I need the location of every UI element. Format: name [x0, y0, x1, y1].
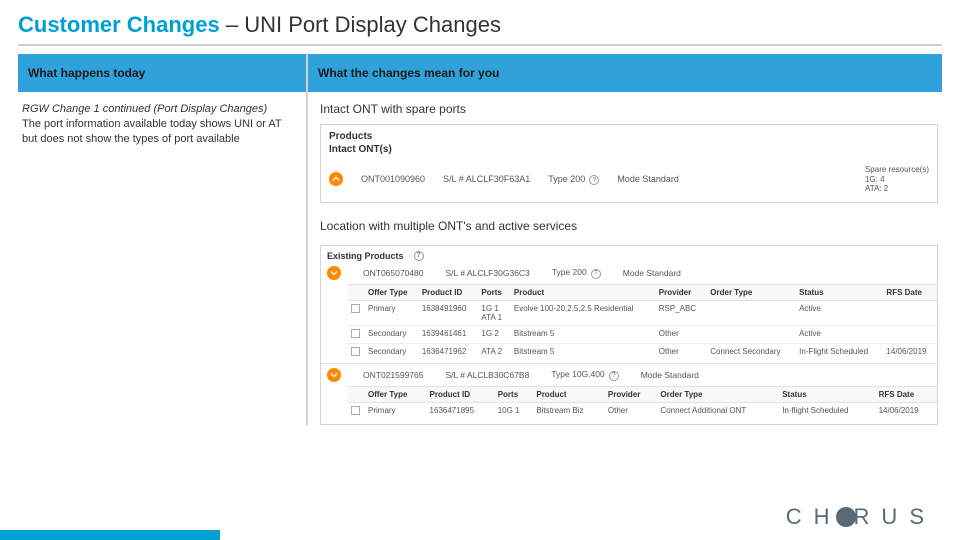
ont-a-mode: Mode Standard	[623, 268, 681, 278]
ont-b-id: ONT021599765	[363, 370, 424, 380]
ont-row: ONT001090960 S/L # ALCLF30F63A1 Type 200…	[321, 161, 937, 202]
ont-b-type: Type 10G.400?	[551, 369, 618, 381]
ont-mode: Mode Standard	[617, 174, 679, 184]
table-row: Primary 1638491960 1G 1ATA 1 Evolve 100-…	[347, 300, 937, 325]
chevron-down-icon[interactable]	[327, 368, 341, 382]
ont-a-serial: S/L # ALCLF30G36C3	[446, 268, 530, 278]
title-sub: UNI Port Display Changes	[244, 12, 501, 37]
existing-products-label: Existing Products	[327, 251, 404, 261]
left-heading: RGW Change 1 continued (Port Display Cha…	[22, 102, 294, 117]
table-row: Secondary 1636471962 ATA 2 Bitstream 5 O…	[347, 343, 937, 361]
header-left: What happens today	[18, 54, 308, 92]
title-dash: –	[220, 12, 244, 37]
ont-serial: S/L # ALCLF30F63A1	[443, 174, 530, 184]
left-column-body: RGW Change 1 continued (Port Display Cha…	[18, 92, 306, 147]
spare-ata: ATA: 2	[865, 184, 929, 194]
help-icon[interactable]: ?	[609, 371, 619, 381]
help-icon[interactable]: ?	[589, 175, 599, 185]
spare-1g: 1G: 4	[865, 175, 929, 185]
accent-bar	[0, 530, 220, 540]
section1-title: Intact ONT with spare ports	[320, 100, 938, 124]
checkbox[interactable]	[351, 304, 360, 313]
ont-spare: Spare resource(s) 1G: 4 ATA: 2	[865, 165, 929, 194]
checkbox[interactable]	[351, 347, 360, 356]
left-text: The port information available today sho…	[22, 117, 294, 147]
checkbox[interactable]	[351, 329, 360, 338]
header-right: What the changes mean for you	[308, 54, 942, 92]
products-label: Products	[321, 125, 937, 144]
panel-existing-products: Existing Products ? ONT065070480 S/L # A…	[320, 245, 938, 425]
ont-a-type: Type 200?	[552, 267, 601, 279]
services-table-b: Offer Type Product ID Ports Product Prov…	[347, 386, 937, 420]
checkbox[interactable]	[351, 406, 360, 415]
logo-chorus: CHRUS	[786, 504, 936, 530]
ont-a-id: ONT065070480	[363, 268, 424, 278]
section2-title: Location with multiple ONT's and active …	[320, 217, 938, 241]
panel-intact-ont: Products Intact ONT(s) ONT001090960 S/L …	[320, 124, 938, 203]
table-header: Offer Type Product ID Ports Product Prov…	[347, 386, 937, 402]
ont-type: Type 200?	[548, 174, 599, 186]
chevron-down-icon[interactable]	[327, 266, 341, 280]
services-table-a: Offer Type Product ID Ports Product Prov…	[347, 284, 937, 361]
table-header-row: What happens today What the changes mean…	[18, 54, 942, 92]
intact-ont-label: Intact ONT(s)	[321, 144, 937, 161]
table-row: Secondary 1639461461 1G 2 Bitstream 5 Ot…	[347, 325, 937, 343]
ont-b-serial: S/L # ALCLB30C67B8	[446, 370, 530, 380]
chevron-up-icon[interactable]	[329, 172, 343, 186]
page-title: Customer Changes – UNI Port Display Chan…	[18, 12, 942, 46]
ont-id: ONT001090960	[361, 174, 425, 184]
table-row: Primary 1636471895 10G 1 Bitstream Biz O…	[347, 402, 937, 420]
logo-dot-icon	[836, 507, 856, 527]
ont-b-mode: Mode Standard	[641, 370, 699, 380]
ont-b-line: ONT021599765 S/L # ALCLB30C67B8 Type 10G…	[321, 366, 937, 386]
ont-a-line: ONT065070480 S/L # ALCLF30G36C3 Type 200…	[321, 264, 937, 284]
help-icon[interactable]: ?	[414, 251, 424, 261]
table-header: Offer Type Product ID Ports Product Prov…	[347, 284, 937, 300]
footer: CHRUS	[0, 494, 960, 540]
help-icon[interactable]: ?	[591, 269, 601, 279]
title-main: Customer Changes	[18, 12, 220, 37]
spare-label: Spare resource(s)	[865, 165, 929, 175]
